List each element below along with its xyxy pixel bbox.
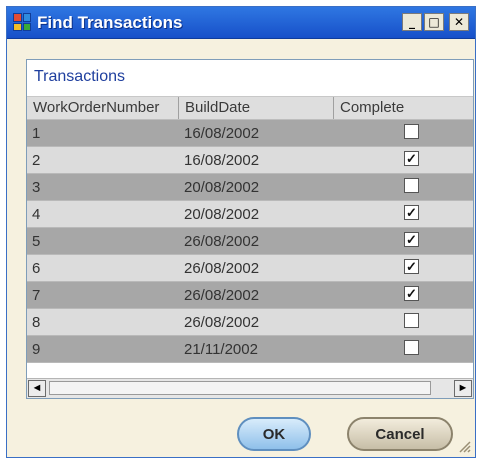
ok-button[interactable]: OK xyxy=(237,417,311,451)
builddate-cell[interactable]: 26/08/2002 xyxy=(179,282,334,308)
workorder-cell[interactable]: 3 xyxy=(27,174,179,200)
scrollbar-thumb[interactable] xyxy=(49,381,431,395)
app-icon xyxy=(13,13,31,31)
close-button[interactable]: ✕ xyxy=(449,13,469,31)
grid-header: WorkOrderNumber BuildDate Complete xyxy=(27,96,473,120)
builddate-cell[interactable]: 20/08/2002 xyxy=(179,201,334,227)
complete-checkbox[interactable] xyxy=(404,340,419,355)
workorder-cell[interactable]: 9 xyxy=(27,336,179,362)
scroll-right-icon: ► xyxy=(457,382,469,394)
builddate-cell[interactable]: 21/11/2002 xyxy=(179,336,334,362)
complete-checkbox[interactable]: ✓ xyxy=(404,205,419,220)
column-header-complete[interactable]: Complete xyxy=(334,97,473,119)
minimize-button[interactable]: _ xyxy=(402,13,422,31)
workorder-cell[interactable]: 7 xyxy=(27,282,179,308)
complete-cell: ✓ xyxy=(334,201,473,227)
scroll-left-button[interactable]: ◄ xyxy=(28,380,46,397)
table-row[interactable]: 6 26/08/2002 ✓ xyxy=(27,255,473,282)
complete-checkbox[interactable]: ✓ xyxy=(404,259,419,274)
builddate-cell[interactable]: 26/08/2002 xyxy=(179,228,334,254)
resize-grip-icon[interactable] xyxy=(457,439,471,453)
complete-checkbox[interactable] xyxy=(404,178,419,193)
complete-checkbox[interactable] xyxy=(404,313,419,328)
workorder-cell[interactable]: 2 xyxy=(27,147,179,173)
table-row[interactable]: 3 20/08/2002 xyxy=(27,174,473,201)
transactions-grid[interactable]: Transactions WorkOrderNumber BuildDate C… xyxy=(26,59,474,399)
workorder-cell[interactable]: 4 xyxy=(27,201,179,227)
window-controls: _ □ ✕ xyxy=(402,13,469,31)
complete-cell xyxy=(334,309,473,335)
close-icon: ✕ xyxy=(453,15,465,29)
table-row[interactable]: 1 16/08/2002 xyxy=(27,120,473,147)
complete-checkbox[interactable] xyxy=(404,124,419,139)
complete-checkbox[interactable]: ✓ xyxy=(404,151,419,166)
builddate-cell[interactable]: 26/08/2002 xyxy=(179,309,334,335)
complete-cell: ✓ xyxy=(334,255,473,281)
complete-cell xyxy=(334,120,473,146)
table-row[interactable]: 4 20/08/2002 ✓ xyxy=(27,201,473,228)
complete-cell xyxy=(334,174,473,200)
cancel-button[interactable]: Cancel xyxy=(347,417,453,451)
scroll-left-icon: ◄ xyxy=(31,382,43,394)
complete-cell xyxy=(334,336,473,362)
complete-cell: ✓ xyxy=(334,228,473,254)
column-header-workordernumber[interactable]: WorkOrderNumber xyxy=(27,97,179,119)
grid-caption: Transactions xyxy=(34,68,125,85)
builddate-cell[interactable]: 16/08/2002 xyxy=(179,147,334,173)
complete-cell: ✓ xyxy=(334,147,473,173)
grid-rows: 1 16/08/2002 2 16/08/2002 ✓ 3 20/08/2002 4 20… xyxy=(27,120,473,363)
maximize-button[interactable]: □ xyxy=(424,13,444,31)
column-header-builddate[interactable]: BuildDate xyxy=(179,97,334,119)
builddate-cell[interactable]: 26/08/2002 xyxy=(179,255,334,281)
title-bar[interactable]: Find Transactions _ □ ✕ xyxy=(7,7,475,39)
workorder-cell[interactable]: 6 xyxy=(27,255,179,281)
builddate-cell[interactable]: 20/08/2002 xyxy=(179,174,334,200)
horizontal-scrollbar[interactable]: ◄ ► xyxy=(27,378,473,398)
table-row[interactable]: 5 26/08/2002 ✓ xyxy=(27,228,473,255)
minimize-icon: _ xyxy=(409,15,415,29)
table-row[interactable]: 2 16/08/2002 ✓ xyxy=(27,147,473,174)
complete-checkbox[interactable]: ✓ xyxy=(404,232,419,247)
workorder-cell[interactable]: 8 xyxy=(27,309,179,335)
table-row[interactable]: 9 21/11/2002 xyxy=(27,336,473,363)
table-row[interactable]: 8 26/08/2002 xyxy=(27,309,473,336)
workorder-cell[interactable]: 5 xyxy=(27,228,179,254)
scroll-right-button[interactable]: ► xyxy=(454,380,472,397)
window-title: Find Transactions xyxy=(37,13,183,32)
complete-cell: ✓ xyxy=(334,282,473,308)
maximize-icon: □ xyxy=(428,15,440,29)
builddate-cell[interactable]: 16/08/2002 xyxy=(179,120,334,146)
workorder-cell[interactable]: 1 xyxy=(27,120,179,146)
complete-checkbox[interactable]: ✓ xyxy=(404,286,419,301)
table-row[interactable]: 7 26/08/2002 ✓ xyxy=(27,282,473,309)
find-transactions-window: Find Transactions _ □ ✕ Transactions Wor… xyxy=(6,6,476,458)
